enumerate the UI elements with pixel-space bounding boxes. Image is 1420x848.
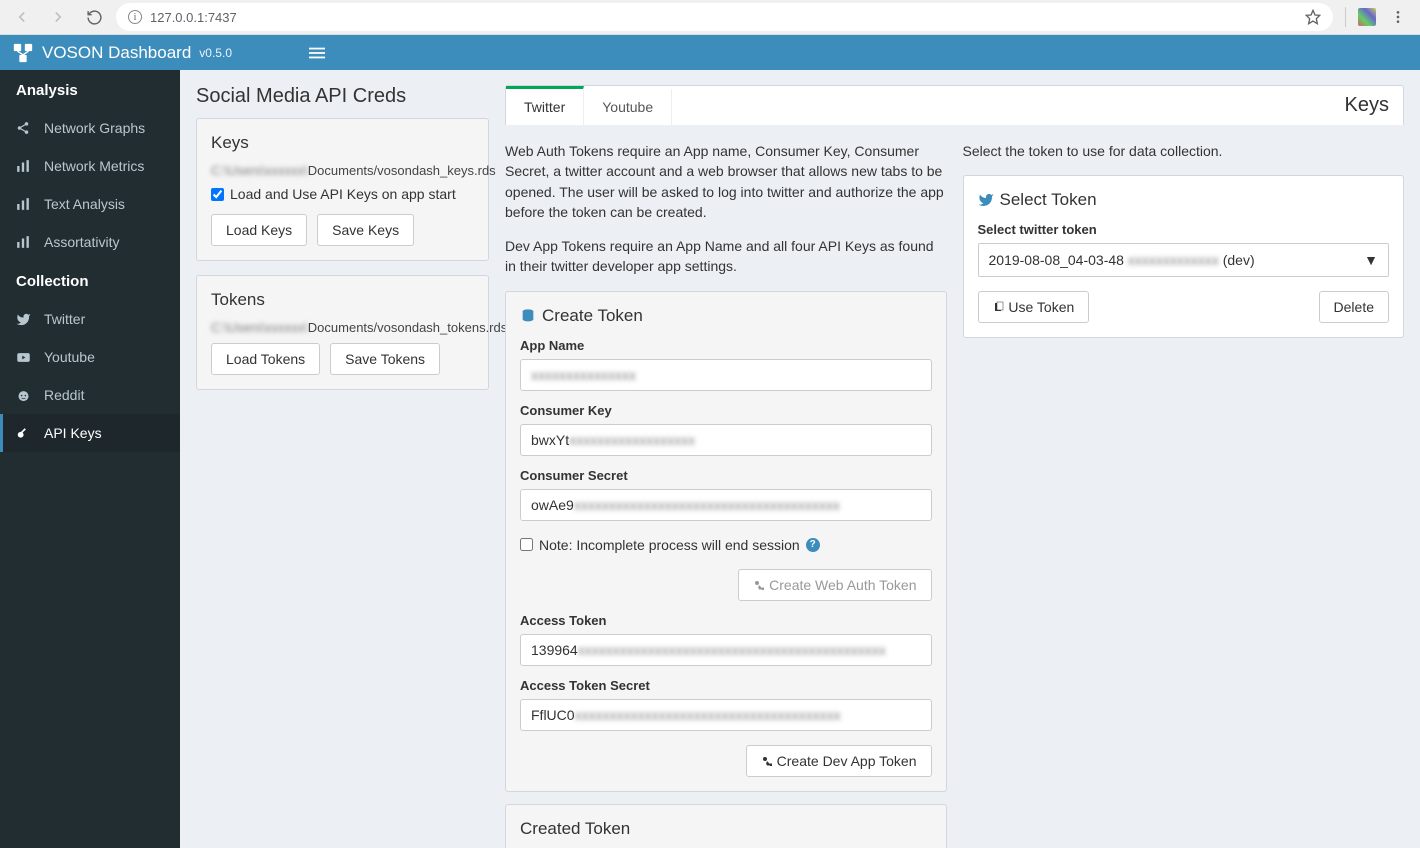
sidebar-item-reddit[interactable]: Reddit xyxy=(0,376,180,414)
key-icon xyxy=(16,426,32,440)
app-name-label: App Name xyxy=(520,338,932,353)
load-tokens-button[interactable]: Load Tokens xyxy=(211,343,320,375)
tabs: Twitter Youtube Keys xyxy=(505,85,1404,125)
share-icon xyxy=(16,121,32,135)
sidebar-item-label: Assortativity xyxy=(44,234,119,250)
twitter-icon xyxy=(16,312,32,327)
app-name-input[interactable]: xxxxxxxxxxxxxxx xyxy=(520,359,932,391)
tab-twitter[interactable]: Twitter xyxy=(506,86,584,125)
info-icon: i xyxy=(128,10,142,24)
keys-label: Keys xyxy=(1331,86,1403,125)
load-keys-button[interactable]: Load Keys xyxy=(211,214,307,246)
app-title: VOSON Dashboard xyxy=(42,43,191,63)
sidebar-item-api-keys[interactable]: API Keys xyxy=(0,414,180,452)
create-web-auth-button[interactable]: Create Web Auth Token xyxy=(738,569,931,601)
browser-back-button[interactable] xyxy=(8,3,36,31)
sidebar-header-analysis: Analysis xyxy=(0,70,180,109)
app-version: v0.5.0 xyxy=(199,46,232,60)
reddit-icon xyxy=(16,388,32,403)
consumer-secret-input[interactable]: owAe9xxxxxxxxxxxxxxxxxxxxxxxxxxxxxxxxxxx… xyxy=(520,489,932,521)
sidebar-toggle-button[interactable] xyxy=(295,35,339,70)
select-token-panel: Select Token Select twitter token 2019-0… xyxy=(963,175,1405,338)
sidebar-item-label: Text Analysis xyxy=(44,196,125,212)
browser-menu-button[interactable] xyxy=(1384,3,1412,31)
help-icon[interactable]: ? xyxy=(806,538,820,552)
tokens-path: C:\Users\xxxxxx\Documents/vosondash_toke… xyxy=(211,320,474,335)
chevron-down-icon: ▼ xyxy=(1364,252,1378,268)
access-secret-label: Access Token Secret xyxy=(520,678,932,693)
sidebar-header-collection: Collection xyxy=(0,261,180,300)
app-header: VOSON Dashboard v0.5.0 xyxy=(0,35,1420,70)
sidebar-item-text-analysis[interactable]: Text Analysis xyxy=(0,185,180,223)
sidebar-item-label: Reddit xyxy=(44,387,84,403)
youtube-icon xyxy=(16,350,32,365)
created-token-panel: Created Token xyxy=(505,804,947,848)
page-title: Social Media API Creds xyxy=(196,85,489,108)
bar-chart-icon xyxy=(16,197,32,211)
tab-youtube[interactable]: Youtube xyxy=(584,89,672,125)
twitter-desc-1: Web Auth Tokens require an App name, Con… xyxy=(505,141,947,222)
consumer-secret-label: Consumer Secret xyxy=(520,468,932,483)
save-tokens-button[interactable]: Save Tokens xyxy=(330,343,440,375)
create-dev-app-button[interactable]: Create Dev App Token xyxy=(746,745,932,777)
profile-avatar[interactable] xyxy=(1358,8,1376,26)
browser-reload-button[interactable] xyxy=(80,3,108,31)
note-text: Note: Incomplete process will end sessio… xyxy=(539,537,800,553)
tokens-box: Tokens C:\Users\xxxxxx\Documents/vosonda… xyxy=(196,275,489,390)
sidebar-item-assortativity[interactable]: Assortativity xyxy=(0,223,180,261)
load-keys-checkbox[interactable]: Load and Use API Keys on app start xyxy=(211,186,474,202)
select-token-header: Select Token xyxy=(1000,190,1097,210)
use-token-button[interactable]: Use Token xyxy=(978,291,1090,323)
sidebar-item-label: Network Metrics xyxy=(44,158,144,174)
consumer-key-input[interactable]: bwxYtxxxxxxxxxxxxxxxxxx xyxy=(520,424,932,456)
database-icon xyxy=(520,308,536,324)
browser-url-bar[interactable]: i 127.0.0.1:7437 xyxy=(116,3,1333,31)
logo-icon xyxy=(12,42,34,64)
access-secret-input[interactable]: FflUC0xxxxxxxxxxxxxxxxxxxxxxxxxxxxxxxxxx… xyxy=(520,699,932,731)
app-logo: VOSON Dashboard v0.5.0 xyxy=(0,35,295,70)
token-dropdown-value: 2019-08-08_04-03-48 xxxxxxxxxxxxx (dev) xyxy=(989,252,1255,268)
keys-path: C:\Users\xxxxxx\Documents/vosondash_keys… xyxy=(211,163,474,178)
main-content: Social Media API Creds Keys C:\Users\xxx… xyxy=(180,35,1420,848)
bar-chart-icon xyxy=(16,235,32,249)
twitter-icon xyxy=(978,192,994,208)
tokens-header: Tokens xyxy=(211,290,474,310)
bar-chart-icon xyxy=(16,159,32,173)
created-token-header: Created Token xyxy=(520,819,630,839)
browser-chrome: i 127.0.0.1:7437 xyxy=(0,0,1420,35)
sidebar: Analysis Network Graphs Network Metrics … xyxy=(0,35,180,848)
keys-header: Keys xyxy=(211,133,474,153)
token-dropdown[interactable]: 2019-08-08_04-03-48 xxxxxxxxxxxxx (dev) … xyxy=(978,243,1390,277)
save-keys-button[interactable]: Save Keys xyxy=(317,214,414,246)
load-keys-checkbox-input[interactable] xyxy=(211,188,224,201)
sidebar-item-label: Twitter xyxy=(44,311,85,327)
url-text: 127.0.0.1:7437 xyxy=(150,10,237,25)
sidebar-item-youtube[interactable]: Youtube xyxy=(0,338,180,376)
select-hint: Select the token to use for data collect… xyxy=(963,141,1405,161)
note-checkbox[interactable] xyxy=(520,538,533,551)
sidebar-item-network-metrics[interactable]: Network Metrics xyxy=(0,147,180,185)
sidebar-item-network-graphs[interactable]: Network Graphs xyxy=(0,109,180,147)
sidebar-item-label: Youtube xyxy=(44,349,95,365)
sidebar-item-label: API Keys xyxy=(44,425,102,441)
create-token-panel: Create Token App Name xxxxxxxxxxxxxxx Co… xyxy=(505,291,947,792)
access-token-label: Access Token xyxy=(520,613,932,628)
access-token-input[interactable]: 139964xxxxxxxxxxxxxxxxxxxxxxxxxxxxxxxxxx… xyxy=(520,634,932,666)
star-icon[interactable] xyxy=(1305,9,1321,25)
delete-token-button[interactable]: Delete xyxy=(1319,291,1389,323)
select-token-label: Select twitter token xyxy=(978,222,1390,237)
twitter-desc-2: Dev App Tokens require an App Name and a… xyxy=(505,236,947,277)
sidebar-item-label: Network Graphs xyxy=(44,120,145,136)
sidebar-item-twitter[interactable]: Twitter xyxy=(0,300,180,338)
browser-forward-button[interactable] xyxy=(44,3,72,31)
keys-box: Keys C:\Users\xxxxxx\Documents/vosondash… xyxy=(196,118,489,261)
consumer-key-label: Consumer Key xyxy=(520,403,932,418)
create-token-header: Create Token xyxy=(542,306,643,326)
